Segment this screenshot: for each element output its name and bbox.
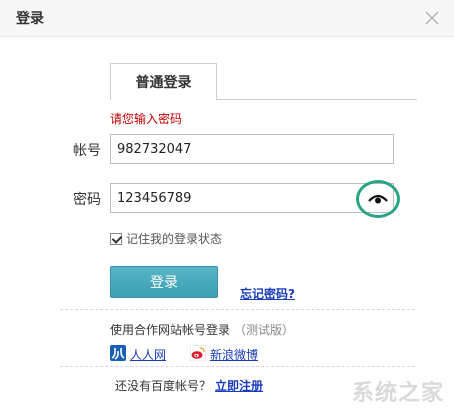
account-label: 帐号 — [73, 143, 101, 159]
password-input[interactable] — [110, 183, 394, 213]
weibo-label: 新浪微博 — [210, 348, 259, 362]
weibo-login-link[interactable]: 新浪微博 — [189, 344, 259, 364]
account-input[interactable] — [110, 134, 394, 164]
partner-login-heading: 使用合作网站帐号登录 — [110, 323, 231, 337]
password-label: 密码 — [73, 192, 101, 208]
forgot-password-link[interactable]: 忘记密码? — [240, 285, 295, 302]
close-icon[interactable] — [422, 8, 442, 28]
renren-label: 人人网 — [130, 348, 167, 362]
divider — [60, 309, 415, 311]
tab-label: 普通登录 — [135, 75, 192, 91]
title-bar: 登录 — [0, 0, 454, 37]
tab-underline — [217, 99, 417, 100]
renren-icon — [110, 345, 126, 364]
error-message: 请您输入密码 — [110, 112, 183, 126]
window-title: 登录 — [16, 11, 44, 27]
watermark: 系统之家 — [351, 381, 444, 406]
remember-label: 记住我的登录状态 — [126, 232, 223, 246]
tab-normal-login[interactable]: 普通登录 — [110, 63, 217, 100]
login-button[interactable]: 登录 — [110, 266, 218, 298]
remember-me[interactable]: 记住我的登录状态 — [110, 230, 222, 247]
partner-login-title: 使用合作网站帐号登录 （测试版） — [110, 321, 294, 338]
eye-icon — [368, 190, 388, 209]
renren-login-link[interactable]: 人人网 — [110, 345, 166, 364]
register-link[interactable]: 立即注册 — [215, 379, 263, 393]
partner-login-subtitle: （测试版） — [234, 323, 295, 337]
register-row: 还没有百度帐号？ 立即注册 — [115, 377, 263, 394]
weibo-icon — [189, 344, 207, 364]
divider — [60, 366, 415, 368]
register-prompt: 还没有百度帐号？ — [115, 379, 212, 393]
show-password-toggle[interactable] — [356, 180, 400, 218]
remember-checkbox[interactable] — [110, 232, 122, 245]
